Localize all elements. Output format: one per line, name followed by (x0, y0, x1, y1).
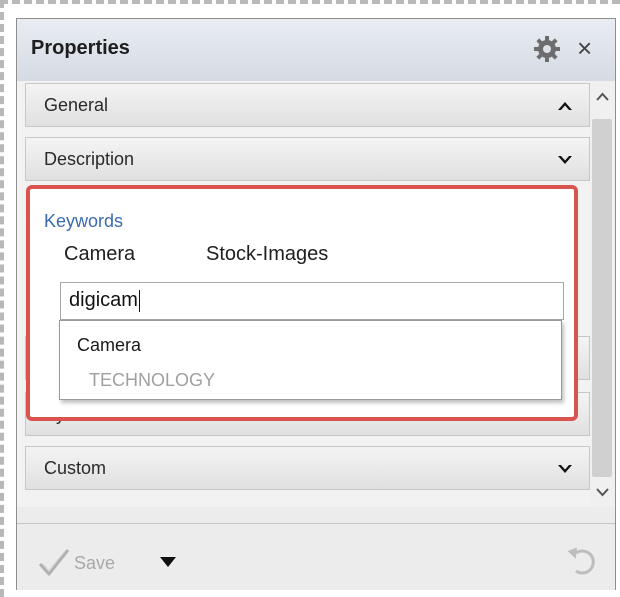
scroll-up-icon[interactable] (594, 89, 611, 106)
section-custom[interactable]: Custom (25, 446, 590, 490)
panel-title: Properties (31, 37, 130, 59)
chevron-down-icon (558, 465, 572, 473)
keyword-input-value: digicam (69, 289, 138, 311)
undo-icon[interactable] (564, 544, 600, 580)
window-frame: Properties × General Description Custom … (0, 0, 620, 597)
save-label: Save (74, 553, 116, 573)
vertical-scrollbar[interactable] (590, 81, 615, 507)
keywords-label: Keywords (44, 211, 124, 231)
section-general[interactable]: General (25, 83, 590, 127)
text-caret (138, 289, 140, 312)
section-custom-label: Custom (44, 458, 107, 478)
gear-icon[interactable] (532, 34, 562, 64)
section-description[interactable]: Description (25, 137, 590, 181)
section-general-label: General (44, 95, 109, 115)
autocomplete-suggestion[interactable]: Camera (77, 335, 141, 356)
chevron-down-icon (558, 156, 572, 164)
caret-down-icon[interactable] (159, 556, 177, 568)
autocomplete-category: TECHNOLOGY (89, 370, 216, 390)
close-icon[interactable]: × (577, 31, 592, 65)
chevron-up-icon (558, 102, 572, 110)
checkmark-icon (38, 549, 70, 576)
keyword-tag[interactable]: Camera (64, 243, 135, 266)
section-description-label: Description (44, 149, 135, 169)
panel-footer: Save (17, 523, 615, 590)
panel-header: Properties × (17, 19, 615, 82)
keyword-tag[interactable]: Stock-Images (206, 243, 328, 266)
autocomplete-dropdown: Camera TECHNOLOGY (59, 320, 562, 400)
scrollbar-thumb[interactable] (592, 119, 612, 477)
keyword-input[interactable]: digicam (60, 282, 564, 320)
scroll-down-icon[interactable] (594, 483, 611, 500)
